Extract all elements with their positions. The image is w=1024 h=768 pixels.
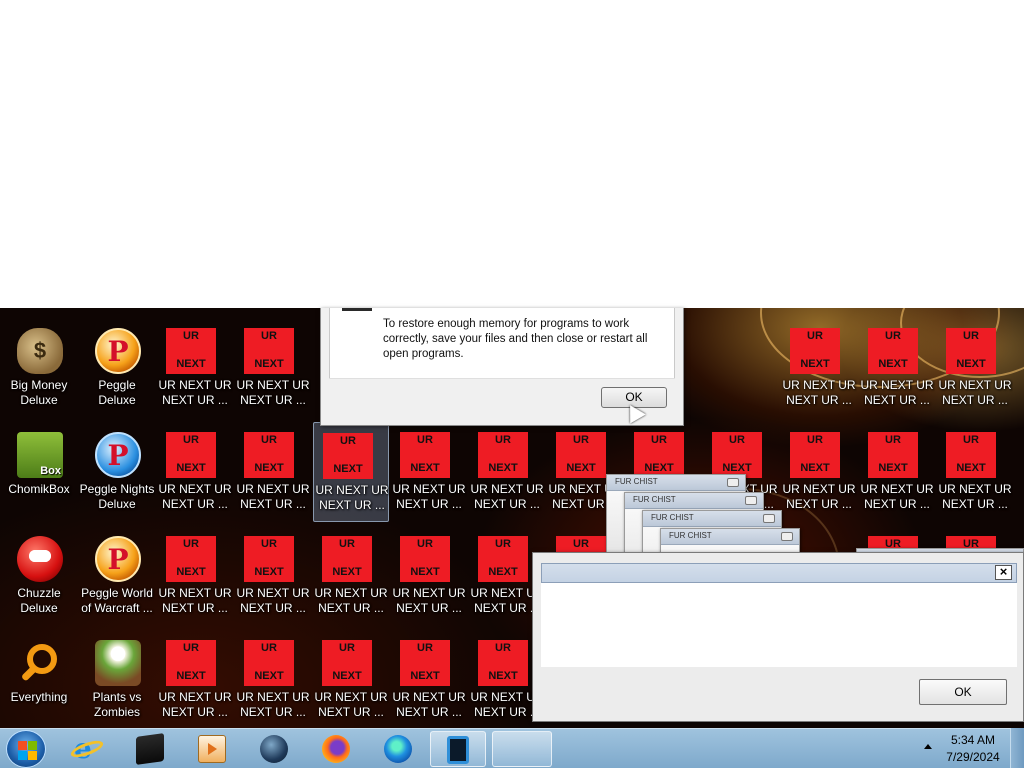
taskbar-media-player[interactable] xyxy=(184,731,240,767)
clock-time[interactable]: 5:34 AM xyxy=(936,733,1010,747)
desktop-icon-ur-next[interactable]: URNEXTUR NEXT UR NEXT UR ... xyxy=(391,526,467,626)
desktop-icon-peggle-nights-deluxe[interactable]: Peggle Nights Deluxe xyxy=(79,422,155,522)
taskbar-open-window[interactable] xyxy=(430,731,486,767)
money-bag-icon xyxy=(17,328,63,374)
desktop-icon-chomikbox[interactable]: ChomikBox xyxy=(1,422,77,522)
desktop-icon-ur-next[interactable]: URNEXTUR NEXT UR NEXT UR ... xyxy=(157,318,233,418)
peggle-icon xyxy=(95,328,141,374)
close-button[interactable]: × xyxy=(995,565,1012,580)
taskbar: e xyxy=(0,728,1024,768)
ur-next-icon: URNEXT xyxy=(244,432,294,478)
ur-next-icon: URNEXT xyxy=(166,328,216,374)
show-hidden-icons-icon[interactable] xyxy=(924,744,932,749)
dialog-message: To restore enough memory for programs to… xyxy=(383,318,648,360)
firefox-icon xyxy=(322,735,350,763)
desktop-icon-ur-next[interactable]: URNEXTUR NEXT UR NEXT UR ... xyxy=(391,630,467,728)
desktop-icon-ur-next[interactable]: URNEXTUR NEXT UR NEXT UR ... xyxy=(859,318,935,418)
ur-next-icon: URNEXT xyxy=(166,536,216,582)
low-memory-dialog[interactable]: To restore enough memory for programs to… xyxy=(320,308,684,426)
desktop-icon-chuzzle-deluxe[interactable]: Chuzzle Deluxe xyxy=(1,526,77,626)
desktop-icon-ur-next[interactable]: URNEXTUR NEXT UR NEXT UR ... xyxy=(937,318,1013,418)
desktop-icon-ur-next[interactable]: URNEXTUR NEXT UR NEXT UR ... xyxy=(235,630,311,728)
ur-next-icon: URNEXT xyxy=(166,432,216,478)
ur-next-icon: URNEXT xyxy=(478,536,528,582)
chomikbox-icon xyxy=(17,432,63,478)
taskbar-internet-explorer[interactable]: e xyxy=(60,731,116,767)
desktop-icon-peggle-world-of-warcraft[interactable]: Peggle World of Warcraft ... xyxy=(79,526,155,626)
ur-next-icon: URNEXT xyxy=(166,640,216,686)
ok-button[interactable]: OK xyxy=(919,679,1007,705)
ur-next-icon: URNEXT xyxy=(244,640,294,686)
desktop-icon-ur-next[interactable]: URNEXTUR NEXT UR NEXT UR ... xyxy=(157,526,233,626)
taskbar-app[interactable] xyxy=(122,731,178,767)
clock-date[interactable]: 7/29/2024 xyxy=(936,750,1010,764)
ur-next-icon: URNEXT xyxy=(868,328,918,374)
blank-area xyxy=(0,0,1024,308)
ur-next-icon: URNEXT xyxy=(400,432,450,478)
close-icon[interactable] xyxy=(727,478,739,487)
close-icon[interactable] xyxy=(763,514,775,523)
magnifier-icon xyxy=(17,640,63,686)
taskbar-edge[interactable] xyxy=(370,731,426,767)
desktop-icon-big-money-deluxe[interactable]: Big Money Deluxe xyxy=(1,318,77,418)
globe-icon xyxy=(260,735,288,763)
ur-next-icon: URNEXT xyxy=(868,432,918,478)
ur-next-icon: URNEXT xyxy=(946,432,996,478)
ur-next-icon: URNEXT xyxy=(478,640,528,686)
ur-next-icon: URNEXT xyxy=(400,536,450,582)
empty-message-dialog[interactable]: × OK xyxy=(532,552,1024,722)
window-icon xyxy=(447,736,469,764)
ur-next-icon: URNEXT xyxy=(322,640,372,686)
close-icon[interactable] xyxy=(745,496,757,505)
close-icon[interactable] xyxy=(781,532,793,541)
ur-next-icon: URNEXT xyxy=(712,432,762,478)
desktop-icon-ur-next[interactable]: URNEXTUR NEXT UR NEXT UR ... xyxy=(313,630,389,728)
edge-icon xyxy=(384,735,412,763)
taskbar-open-window[interactable] xyxy=(492,731,552,767)
chuzzle-icon xyxy=(17,536,63,582)
taskbar-firefox[interactable] xyxy=(308,731,364,767)
desktop-icon-ur-next[interactable]: URNEXTUR NEXT UR NEXT UR ... xyxy=(391,422,467,522)
ur-next-icon: URNEXT xyxy=(244,328,294,374)
desktop-icon-ur-next[interactable]: URNEXTUR NEXT UR NEXT UR ... xyxy=(313,526,389,626)
dialog-title-bar[interactable]: × xyxy=(541,563,1017,583)
desktop-icon-ur-next[interactable]: URNEXTUR NEXT UR NEXT UR ... xyxy=(859,422,935,522)
peggle-icon xyxy=(95,536,141,582)
taskbar-globe-app[interactable] xyxy=(246,731,302,767)
ur-next-icon: URNEXT xyxy=(556,432,606,478)
desktop-icon-ur-next[interactable]: URNEXTUR NEXT UR NEXT UR ... xyxy=(937,422,1013,522)
ur-next-icon: URNEXT xyxy=(790,328,840,374)
desktop-icon-peggle-deluxe[interactable]: Peggle Deluxe xyxy=(79,318,155,418)
desktop-icon-ur-next[interactable]: URNEXTUR NEXT UR NEXT UR ... xyxy=(157,422,233,522)
plants-vs-zombies-icon xyxy=(95,640,141,686)
desktop-icon-ur-next[interactable]: URNEXTUR NEXT UR NEXT UR ... xyxy=(157,630,233,728)
show-desktop-button[interactable] xyxy=(1010,728,1024,768)
desktop-icon-everything[interactable]: Everything xyxy=(1,630,77,728)
ur-next-icon: URNEXT xyxy=(634,432,684,478)
peggle-nights-icon xyxy=(95,432,141,478)
desktop-icon-ur-next[interactable]: URNEXTUR NEXT UR NEXT UR ... xyxy=(469,422,545,522)
ur-next-icon: URNEXT xyxy=(244,536,294,582)
ur-next-icon: URNEXT xyxy=(946,328,996,374)
ur-next-icon: URNEXT xyxy=(790,432,840,478)
desktop-icon-ur-next[interactable]: URNEXTUR NEXT UR NEXT UR ... xyxy=(235,422,311,522)
ur-next-icon: URNEXT xyxy=(478,432,528,478)
black-box-icon xyxy=(136,733,164,765)
start-button[interactable] xyxy=(6,730,46,768)
warning-icon xyxy=(342,308,372,311)
desktop-icon-ur-next[interactable]: URNEXTUR NEXT UR NEXT UR ... xyxy=(313,422,389,522)
windows-logo-icon xyxy=(18,741,27,750)
ur-next-icon: URNEXT xyxy=(400,640,450,686)
desktop-icon-ur-next[interactable]: URNEXTUR NEXT UR NEXT UR ... xyxy=(781,318,857,418)
desktop-icon-ur-next[interactable]: URNEXTUR NEXT UR NEXT UR ... xyxy=(235,318,311,418)
desktop-icon-ur-next[interactable]: URNEXTUR NEXT UR NEXT UR ... xyxy=(781,422,857,522)
desktop-icon-plants-vs-zombies[interactable]: Plants vs Zombies xyxy=(79,630,155,728)
media-player-icon xyxy=(198,735,226,763)
desktop-icon-ur-next[interactable]: URNEXTUR NEXT UR NEXT UR ... xyxy=(235,526,311,626)
dialog-body xyxy=(541,583,1017,667)
ur-next-icon: URNEXT xyxy=(323,433,373,479)
ur-next-icon: URNEXT xyxy=(322,536,372,582)
